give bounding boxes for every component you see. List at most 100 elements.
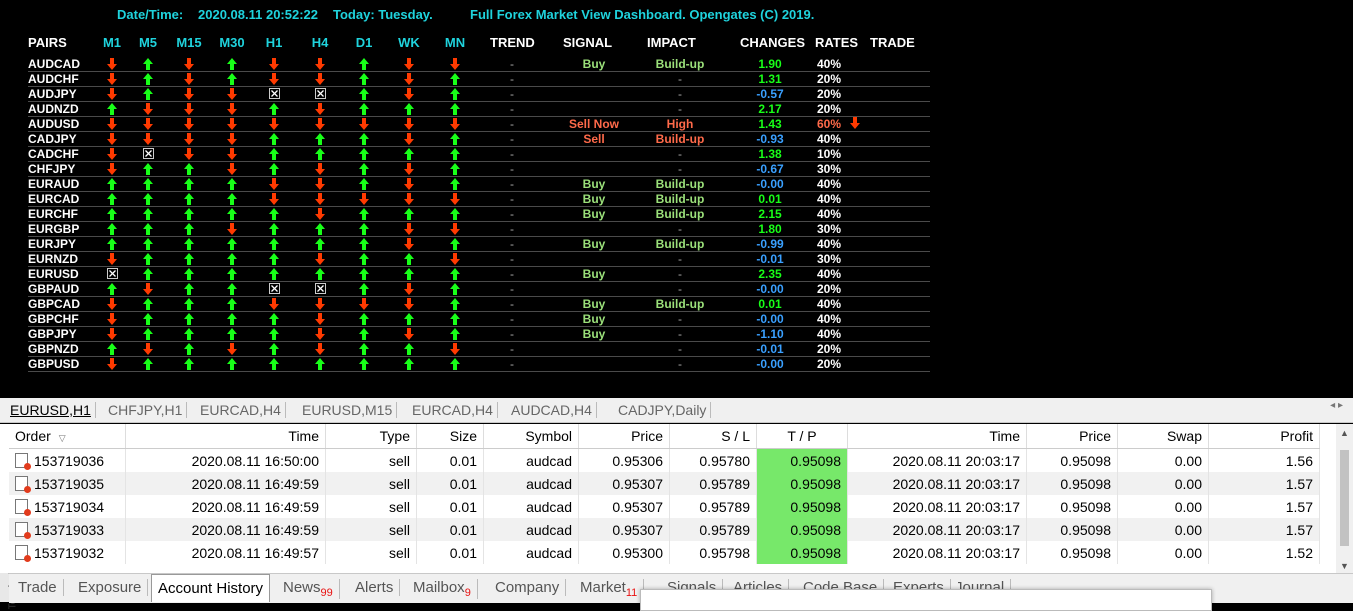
order-cell: 0.95789 <box>669 518 757 541</box>
terminal-tab-account-history[interactable]: Account History <box>151 574 271 602</box>
chart-tab[interactable]: EURCAD,H4 <box>408 402 498 418</box>
arrow-down-icon <box>225 117 239 132</box>
chart-tab[interactable]: CADJPY,Daily <box>614 402 712 418</box>
pair-label: GBPJPY <box>28 327 77 341</box>
col-tf-h1: H1 <box>265 35 283 50</box>
arrow-down-icon <box>267 177 281 192</box>
arrow-down-icon <box>313 117 327 132</box>
impact-value: - <box>678 87 682 101</box>
arrow-down-icon <box>448 252 462 267</box>
terminal-tab-alerts[interactable]: Alerts <box>349 579 401 596</box>
arrow-up-icon <box>267 222 281 237</box>
change-value: -0.01 <box>756 342 784 356</box>
arrow-up-icon <box>357 327 371 342</box>
arrow-down-icon <box>141 102 155 117</box>
col-header-profit[interactable]: Profit <box>1208 424 1320 449</box>
order-row[interactable]: 153719034 2020.08.11 16:49:59 sell 0.01 audc… <box>9 495 1320 518</box>
impact-value: - <box>678 102 682 116</box>
col-header-price[interactable]: Price <box>1026 424 1118 449</box>
order-cell: 2020.08.11 16:49:59 <box>125 472 326 495</box>
arrow-down-icon <box>313 342 327 357</box>
arrow-up-icon <box>448 102 462 117</box>
col-header-tp[interactable]: T / P <box>756 424 848 449</box>
order-cell-value: 1.57 <box>1285 475 1313 492</box>
order-cell: audcad <box>483 541 579 564</box>
col-header-swap[interactable]: Swap <box>1117 424 1209 449</box>
trend-value: - <box>510 147 514 161</box>
order-cell: 0.95098 <box>756 518 848 541</box>
arrow-down-icon <box>313 327 327 342</box>
arrow-up-icon <box>105 207 119 222</box>
order-cell-value: 0.95307 <box>612 521 663 538</box>
order-cell-value: 0.01 <box>449 475 477 492</box>
col-header-size[interactable]: Size <box>416 424 484 449</box>
arrow-down-icon <box>402 132 416 147</box>
chart-tab[interactable]: EURUSD,H1 <box>6 402 96 418</box>
chart-tab[interactable]: AUDCAD,H4 <box>507 402 597 418</box>
pair-row: AUDNZD - - 2.17 20% <box>0 102 940 117</box>
col-header-label: T / P <box>787 428 817 444</box>
arrow-up-icon <box>141 312 155 327</box>
order-cell-value: 0.95098 <box>790 452 841 469</box>
pair-label: GBPCHF <box>28 312 79 326</box>
arrow-down-icon <box>313 297 327 312</box>
arrow-up-icon <box>141 72 155 87</box>
chart-tab[interactable]: EURUSD,M15 <box>298 402 398 418</box>
arrow-down-icon <box>105 162 119 177</box>
arrow-up-icon <box>357 162 371 177</box>
account-history-panel: Order ▽ Time Type Size Symbol Price S / L T / P T… <box>0 424 1353 573</box>
sort-desc-icon[interactable]: ▽ <box>59 433 66 443</box>
arrow-up-icon <box>267 267 281 282</box>
scroll-thumb[interactable] <box>1340 450 1349 546</box>
tab-scroll-arrows-icon[interactable]: ◂ ▸ <box>1330 400 1343 411</box>
col-header-order[interactable]: Order ▽ <box>9 424 126 449</box>
change-value: -1.10 <box>756 327 784 341</box>
col-header-label: Order <box>15 428 51 444</box>
chart-tab[interactable]: EURCAD,H4 <box>196 402 286 418</box>
rate-value: 40% <box>817 237 842 251</box>
terminal-tab-exposure[interactable]: Exposure <box>72 579 149 596</box>
alert-popup[interactable] <box>640 589 1212 611</box>
terminal-tab-mailbox[interactable]: Mailbox9 <box>407 579 478 599</box>
chart-tab[interactable]: CHFJPY,H1 <box>104 402 188 418</box>
pair-label: EURGBP <box>28 222 80 236</box>
vertical-scrollbar[interactable]: ▲ ▼ <box>1336 424 1353 573</box>
order-cell-value: 0.95789 <box>699 475 750 492</box>
scroll-down-icon[interactable]: ▼ <box>1340 561 1349 571</box>
order-row[interactable]: 153719033 2020.08.11 16:49:59 sell 0.01 audc… <box>9 518 1320 541</box>
order-cell: 0.95098 <box>756 472 848 495</box>
scroll-up-icon[interactable]: ▲ <box>1340 428 1349 438</box>
terminal-tab-market[interactable]: Market11 <box>574 579 645 599</box>
terminal-tab-trade[interactable]: Trade <box>12 579 64 596</box>
no-signal-icon <box>313 87 327 102</box>
arrow-up-icon <box>357 267 371 282</box>
arrow-up-icon <box>448 327 462 342</box>
col-header-time[interactable]: Time <box>125 424 326 449</box>
change-value: -0.67 <box>756 162 784 176</box>
order-cell: 0.95789 <box>669 495 757 518</box>
signal-value: Buy <box>582 192 606 206</box>
col-header-type[interactable]: Type <box>325 424 417 449</box>
order-row[interactable]: 153719035 2020.08.11 16:49:59 sell 0.01 audc… <box>9 472 1320 495</box>
arrow-down-icon <box>141 282 155 297</box>
pair-row: CADJPY - Sell Build-up -0.93 40% <box>0 132 940 147</box>
terminal-tab-news[interactable]: News99 <box>277 579 340 599</box>
arrow-up-icon <box>182 267 196 282</box>
col-header-symbol[interactable]: Symbol <box>483 424 579 449</box>
signal-value: Buy <box>582 312 606 326</box>
rate-value: 40% <box>817 57 842 71</box>
col-header-sl[interactable]: S / L <box>669 424 757 449</box>
arrow-up-icon <box>357 132 371 147</box>
rate-value: 40% <box>817 267 842 281</box>
terminal-tab-company[interactable]: Company <box>489 579 567 596</box>
order-cell-value: audcad <box>526 521 572 538</box>
order-row[interactable]: 153719032 2020.08.11 16:49:57 sell 0.01 audc… <box>9 541 1320 564</box>
col-header-time[interactable]: Time <box>847 424 1027 449</box>
arrow-down-icon <box>182 87 196 102</box>
col-tf-wk: WK <box>398 35 420 50</box>
pair-label: GBPCAD <box>28 297 81 311</box>
col-header-price[interactable]: Price <box>578 424 670 449</box>
order-row[interactable]: 153719036 2020.08.11 16:50:00 sell 0.01 audc… <box>9 448 1320 472</box>
pair-row: EURGBP - - 1.80 30% <box>0 222 940 237</box>
col-header-label: Price <box>1079 428 1111 444</box>
